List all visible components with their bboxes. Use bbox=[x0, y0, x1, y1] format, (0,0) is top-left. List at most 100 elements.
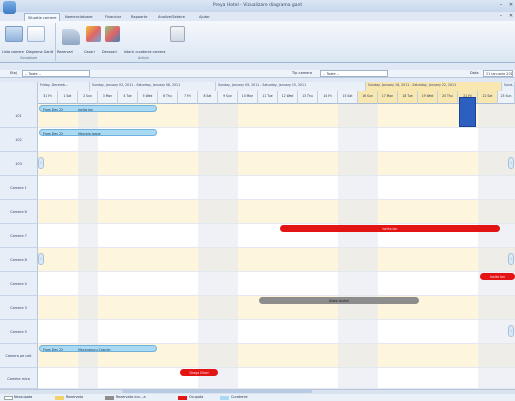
booking-bar[interactable]: From Dec 22 Marcela Ioana bbox=[39, 129, 157, 136]
legend-curatenie: Curatenie bbox=[231, 395, 248, 399]
day-header: 16 Sun bbox=[358, 91, 378, 104]
room-label[interactable]: 102 bbox=[0, 128, 38, 152]
legend-ocupata: Ocupata bbox=[189, 395, 204, 399]
day-header: 8 Sat bbox=[198, 91, 218, 104]
cleaning-history-icon[interactable] bbox=[170, 26, 185, 42]
room-label[interactable]: 103 bbox=[0, 152, 38, 176]
booking-guest: Ionita Ion bbox=[490, 274, 505, 279]
day-header: 20 Thu bbox=[438, 91, 458, 104]
day-header: 3 Mon bbox=[98, 91, 118, 104]
day-header: 18 Tue bbox=[398, 91, 418, 104]
cleaning-bar[interactable]: Aldea Andrei bbox=[259, 297, 419, 304]
room-row[interactable] bbox=[38, 248, 515, 272]
legend-swatch bbox=[105, 396, 114, 400]
lista-camere-button[interactable]: Lista camere bbox=[2, 50, 24, 54]
occupied-bar[interactable]: Draga Elisei bbox=[180, 369, 218, 376]
booking-guest: Ionita Ion bbox=[382, 226, 398, 231]
minimize-button[interactable]: – bbox=[498, 2, 504, 8]
etaj-select[interactable]: -- Toate -- bbox=[22, 70, 90, 77]
diagrama-gantt-button[interactable]: Diagrama Gantt bbox=[26, 50, 53, 54]
week-header: Sunday, January 02, 2011 - Saturday, Jan… bbox=[90, 82, 216, 91]
booking-guest: Mocanesscu Cosmin bbox=[78, 347, 111, 352]
room-row[interactable] bbox=[38, 152, 515, 176]
room-row[interactable] bbox=[38, 368, 515, 389]
day-header: 6 Thu bbox=[158, 91, 178, 104]
ribbon-close-button[interactable]: ✕ bbox=[508, 13, 514, 19]
scrollbar-thumb[interactable] bbox=[122, 390, 312, 393]
decazari-button[interactable]: Decazari bbox=[102, 50, 117, 54]
cazari-button[interactable]: Cazari bbox=[84, 50, 95, 54]
day-header: 12 Wed bbox=[278, 91, 298, 104]
istoric-curatenie-button[interactable]: Istoric curatenie camera bbox=[124, 50, 165, 54]
room-label[interactable]: Camera 7 bbox=[0, 224, 38, 248]
tip-camera-select[interactable]: -- Toate -- bbox=[320, 70, 388, 77]
list-rooms-icon[interactable] bbox=[5, 26, 23, 42]
booking-bar[interactable]: From Dec 22 Mocanesscu Cosmin bbox=[39, 345, 157, 352]
scroll-left-icon[interactable]: › bbox=[38, 157, 44, 169]
occupied-bar[interactable]: Ionita Ion bbox=[480, 273, 515, 280]
day-header: 22 Sat bbox=[478, 91, 498, 104]
day-header: 31 Fri bbox=[38, 91, 58, 104]
day-header: 7 Fri bbox=[178, 91, 198, 104]
room-label[interactable]: Camera 6 bbox=[0, 200, 38, 224]
day-header: 9 Sun bbox=[218, 91, 238, 104]
ribbon-separator bbox=[55, 23, 56, 61]
window-title: Preya Hotel - Vizualizare diagrama gant bbox=[212, 3, 303, 8]
occupied-bar[interactable]: Ionita Ion bbox=[280, 225, 500, 232]
today-selection[interactable] bbox=[459, 97, 476, 127]
room-label[interactable]: Camera 5 bbox=[0, 320, 38, 344]
ribbon-minimize-button[interactable]: – bbox=[498, 13, 504, 19]
room-label[interactable]: Camera 8 bbox=[0, 248, 38, 272]
rezervari-button[interactable]: Rezervari bbox=[57, 50, 73, 54]
group-actiuni: Actiuni bbox=[138, 56, 149, 60]
week-header: Sunday, January 16, 2011 - Saturday, Jan… bbox=[366, 82, 502, 91]
day-header: 1 Sat bbox=[58, 91, 78, 104]
room-row[interactable] bbox=[38, 320, 515, 344]
checkout-icon[interactable] bbox=[105, 26, 120, 42]
legend-rezervata: Rezervata bbox=[66, 395, 84, 399]
grid-corner bbox=[0, 82, 38, 104]
legend-swatch bbox=[55, 396, 64, 400]
tab-ajutor[interactable]: Ajutor bbox=[196, 13, 213, 21]
tab-analize[interactable]: Analize/Setaire bbox=[155, 13, 188, 21]
booking-guest: Marcela Ioana bbox=[78, 131, 101, 136]
day-header: 10 Mon bbox=[238, 91, 258, 104]
gantt-chart-icon[interactable] bbox=[27, 26, 45, 42]
booking-bar[interactable]: From Dec 22 Ionita Ion bbox=[39, 105, 157, 112]
booking-guest: Draga Elisei bbox=[189, 370, 209, 375]
scroll-right-icon[interactable]: ‹ bbox=[508, 325, 514, 337]
room-label[interactable]: Camera 4 bbox=[0, 272, 38, 296]
room-label[interactable]: Camera pe colt bbox=[0, 344, 38, 368]
reservation-icon[interactable] bbox=[62, 29, 80, 45]
checkin-icon[interactable] bbox=[86, 26, 101, 42]
legend-swatch bbox=[220, 396, 229, 400]
room-label[interactable]: 101 bbox=[0, 104, 38, 128]
room-row[interactable] bbox=[38, 176, 515, 200]
room-row[interactable] bbox=[38, 200, 515, 224]
tab-financiar[interactable]: Financiar bbox=[102, 13, 124, 21]
group-vizualizare: Vizualizare bbox=[20, 56, 38, 60]
booking-guest: Ionita Ion bbox=[78, 107, 94, 112]
tab-rapoarte[interactable]: Rapoarte bbox=[128, 13, 150, 21]
tab-nomenclatoare[interactable]: Nomenclatoare bbox=[62, 13, 95, 21]
date-picker[interactable]: 21 ianuarie 2011 bbox=[483, 70, 513, 77]
room-label[interactable]: Camera 3 bbox=[0, 296, 38, 320]
scroll-right-icon[interactable]: ‹ bbox=[508, 253, 514, 265]
scroll-right-icon[interactable]: ‹ bbox=[508, 157, 514, 169]
close-button[interactable]: ✕ bbox=[508, 2, 514, 8]
gantt-grid[interactable]: Friday, Decemb... Sunday, January 02, 20… bbox=[0, 82, 515, 389]
ribbon: Lista camere Diagrama Gantt Rezervari Ca… bbox=[0, 21, 515, 63]
tab-situatie-camere[interactable]: Situatie camere bbox=[24, 13, 61, 21]
room-label[interactable]: Camera mica bbox=[0, 368, 38, 389]
day-header: 2 Sun bbox=[78, 91, 98, 104]
booking-from: From Dec 22 bbox=[43, 347, 64, 352]
scroll-left-icon[interactable]: › bbox=[38, 253, 44, 265]
day-header: 13 Thu bbox=[298, 91, 318, 104]
day-header: 15 Sat bbox=[338, 91, 358, 104]
legend-rezervata-nuc: Rezervata nuc...a bbox=[116, 395, 146, 399]
day-header: 19 Wed bbox=[418, 91, 438, 104]
day-header: 11 Tue bbox=[258, 91, 278, 104]
room-label[interactable]: Camera 1 bbox=[0, 176, 38, 200]
room-row[interactable] bbox=[38, 272, 515, 296]
week-header: Sunday, January 09, 2011 - Saturday, Jan… bbox=[216, 82, 366, 91]
